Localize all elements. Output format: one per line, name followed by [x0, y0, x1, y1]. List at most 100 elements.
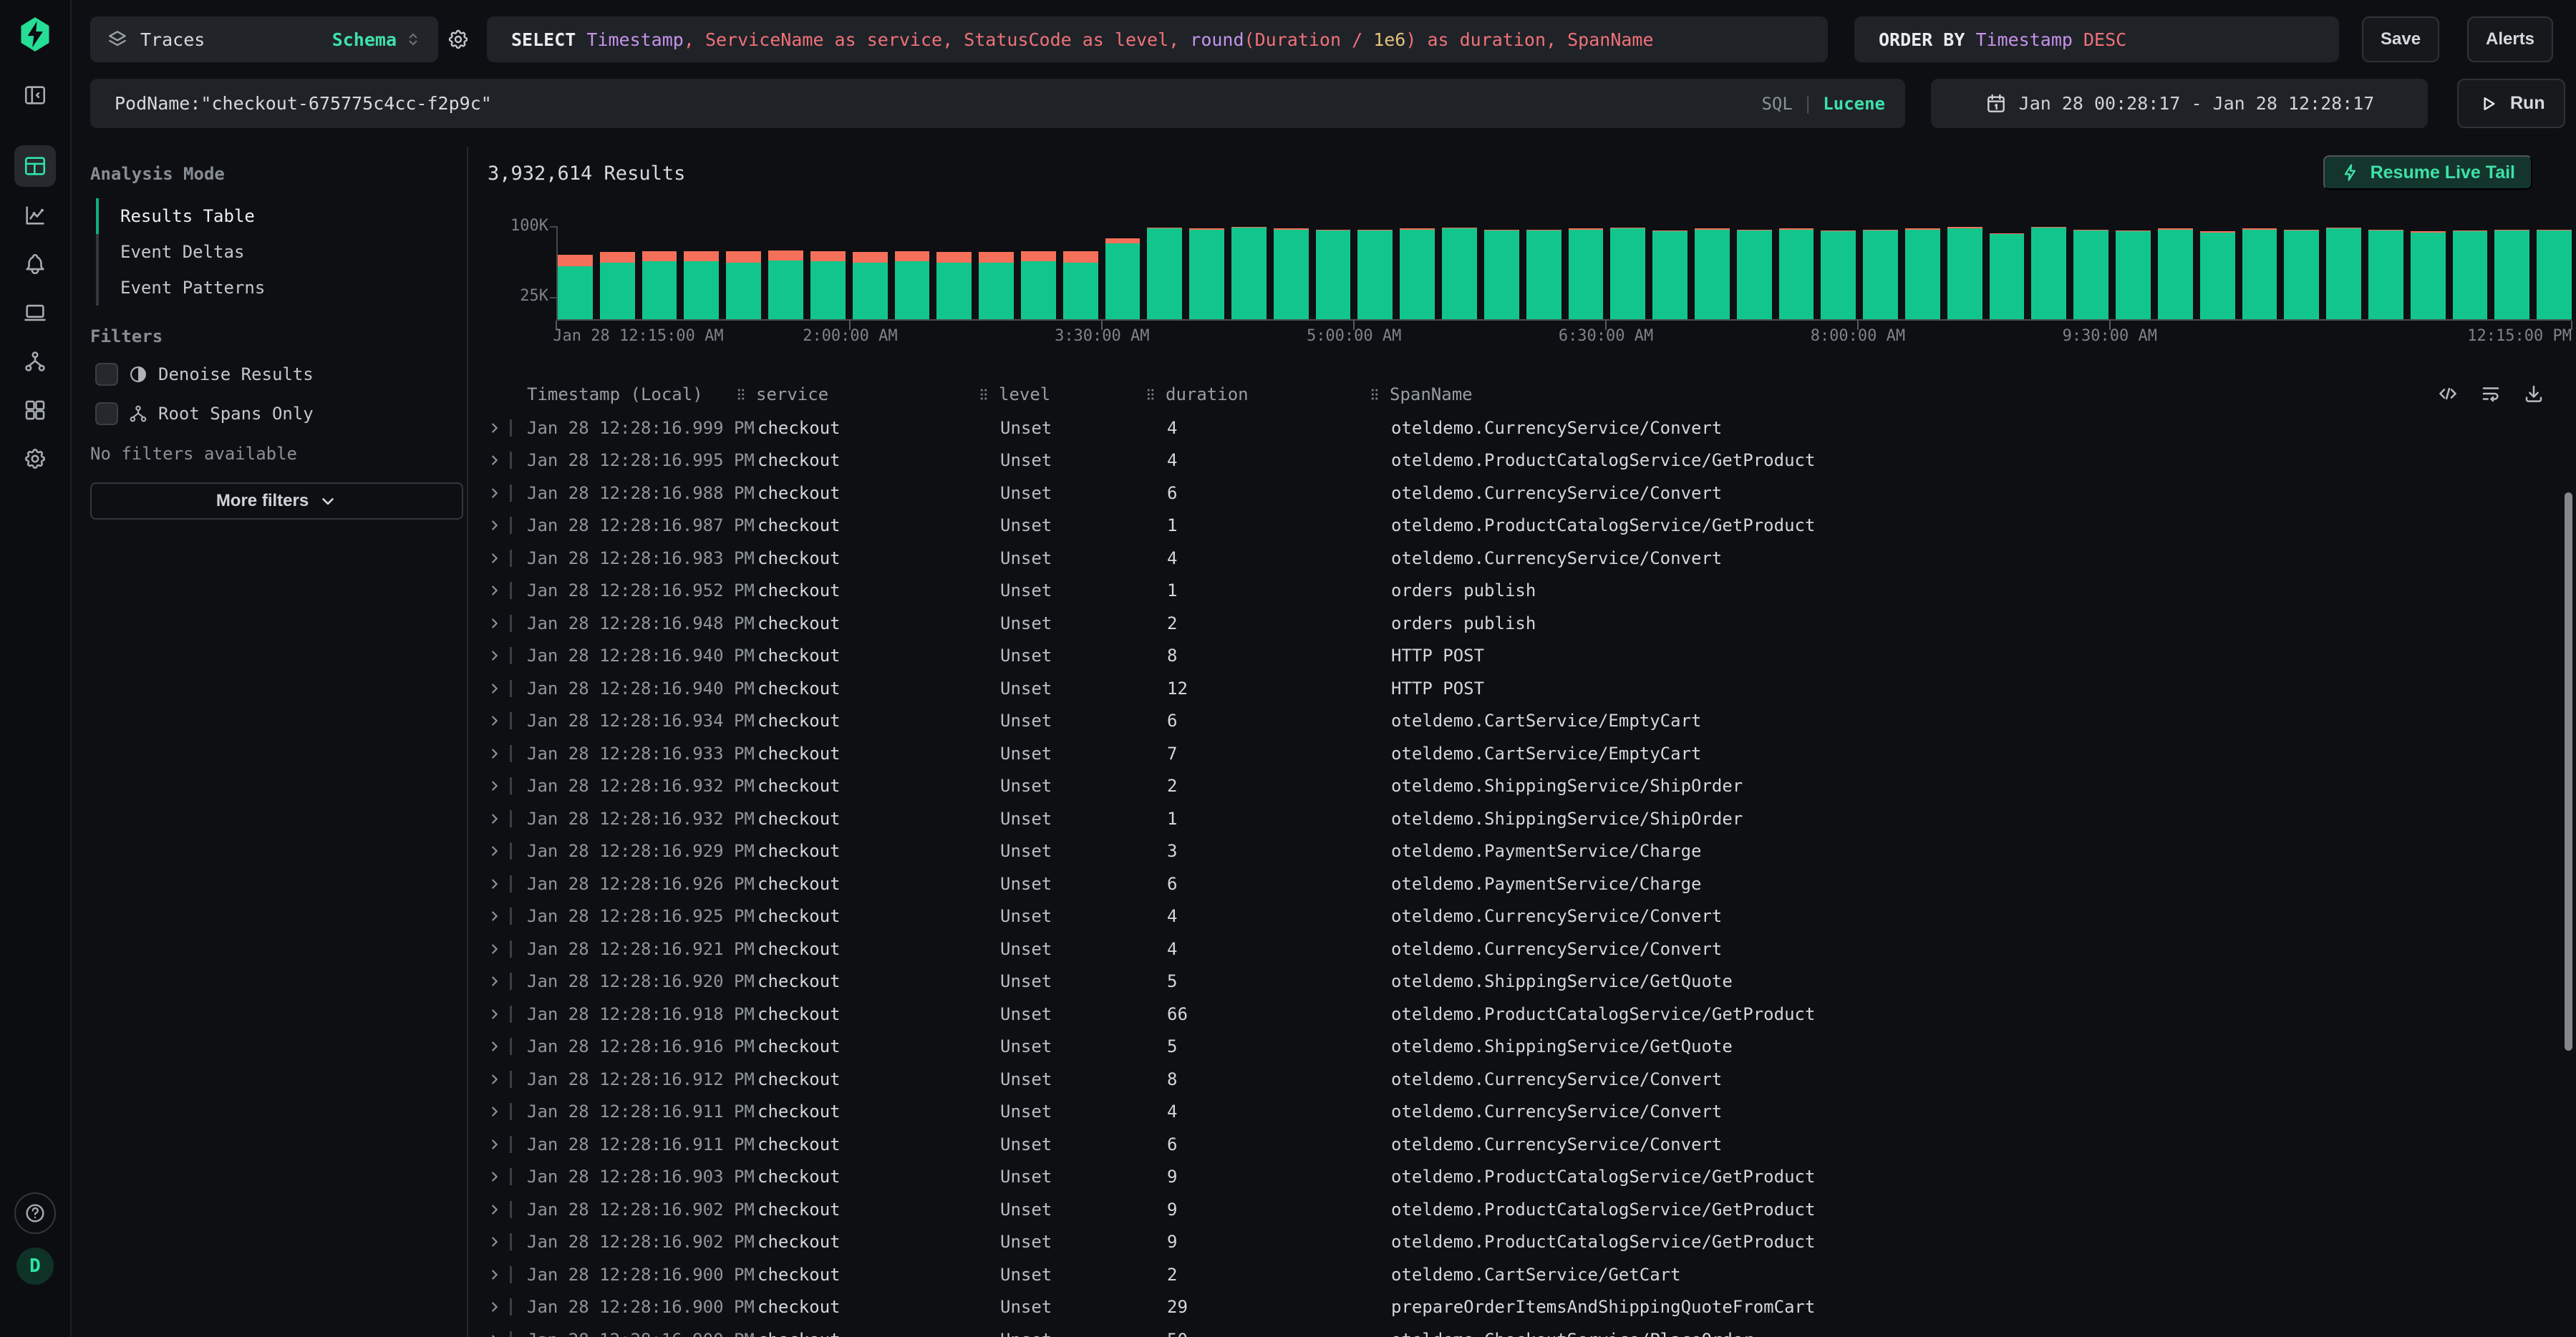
root-spans-only-checkbox[interactable]: Root Spans Only: [95, 402, 314, 425]
grip-icon[interactable]: [1143, 386, 1158, 402]
chevron-right-icon[interactable]: [487, 1299, 503, 1315]
table-row[interactable]: Jan 28 12:28:16.925 PM checkout Unset 4 …: [468, 900, 2547, 933]
chevron-right-icon[interactable]: [487, 1104, 503, 1119]
search-input[interactable]: PodName:"checkout-675775c4cc-f2p9c" SQL …: [90, 79, 1905, 128]
table-row[interactable]: Jan 28 12:28:16.999 PM checkout Unset 4 …: [468, 412, 2547, 444]
denoise-results-checkbox[interactable]: Denoise Results: [95, 363, 314, 386]
chevron-right-icon[interactable]: [487, 973, 503, 989]
table-row[interactable]: Jan 28 12:28:16.948 PM checkout Unset 2 …: [468, 607, 2547, 640]
grip-icon[interactable]: [976, 386, 992, 402]
column-header-spanname[interactable]: SpanName: [1367, 384, 1473, 404]
chevron-right-icon[interactable]: [487, 778, 503, 794]
code-icon[interactable]: [2437, 383, 2459, 404]
chevron-right-icon[interactable]: [487, 485, 503, 501]
table-row[interactable]: Jan 28 12:28:16.921 PM checkout Unset 4 …: [468, 933, 2547, 966]
chevron-right-icon[interactable]: [487, 616, 503, 631]
table-row[interactable]: Jan 28 12:28:16.912 PM checkout Unset 8 …: [468, 1063, 2547, 1096]
sql-select-input[interactable]: SELECT Timestamp, ServiceName as service…: [487, 16, 1828, 62]
chevron-right-icon[interactable]: [487, 1039, 503, 1054]
resume-live-tail-button[interactable]: Resume Live Tail: [2323, 155, 2532, 190]
table-row[interactable]: Jan 28 12:28:16.987 PM checkout Unset 1 …: [468, 510, 2547, 543]
chevron-right-icon[interactable]: [487, 1137, 503, 1152]
mode-event-patterns[interactable]: Event Patterns: [96, 270, 265, 306]
chevron-right-icon[interactable]: [487, 941, 503, 957]
help-icon[interactable]: [14, 1192, 56, 1234]
table-row[interactable]: Jan 28 12:28:16.952 PM checkout Unset 1 …: [468, 575, 2547, 608]
settings-gear-icon[interactable]: [23, 447, 47, 471]
alerts-button[interactable]: Alerts: [2467, 16, 2553, 62]
chevron-right-icon[interactable]: [487, 1234, 503, 1250]
alerts-bell-icon[interactable]: [23, 252, 47, 276]
chevron-right-icon[interactable]: [487, 876, 503, 892]
more-filters-button[interactable]: More filters: [90, 482, 463, 520]
checkbox-unchecked[interactable]: [95, 402, 118, 425]
chevron-right-icon[interactable]: [487, 1071, 503, 1087]
table-row[interactable]: Jan 28 12:28:16.918 PM checkout Unset 66…: [468, 998, 2547, 1031]
chart-explorer-icon[interactable]: [23, 203, 47, 228]
chevron-right-icon[interactable]: [487, 583, 503, 598]
table-row[interactable]: Jan 28 12:28:16.916 PM checkout Unset 5 …: [468, 1031, 2547, 1064]
table-row[interactable]: Jan 28 12:28:16.920 PM checkout Unset 5 …: [468, 966, 2547, 998]
mode-sql[interactable]: SQL: [1761, 94, 1792, 114]
grip-icon[interactable]: [1367, 386, 1383, 402]
client-sessions-icon[interactable]: [23, 301, 47, 325]
vertical-scrollbar[interactable]: [2565, 492, 2572, 1051]
date-range-picker[interactable]: Jan 28 00:28:17 - Jan 28 12:28:17: [1931, 79, 2428, 128]
chevron-right-icon[interactable]: [487, 713, 503, 729]
chevron-right-icon[interactable]: [487, 1202, 503, 1217]
table-row[interactable]: Jan 28 12:28:16.995 PM checkout Unset 4 …: [468, 444, 2547, 477]
chevron-right-icon[interactable]: [487, 452, 503, 468]
mode-event-deltas[interactable]: Event Deltas: [96, 234, 265, 270]
chevron-right-icon[interactable]: [487, 681, 503, 696]
search-table-icon[interactable]: [14, 145, 56, 187]
column-header-level[interactable]: level: [976, 384, 1050, 404]
table-row[interactable]: Jan 28 12:28:16.926 PM checkout Unset 6 …: [468, 867, 2547, 900]
user-avatar[interactable]: D: [16, 1248, 54, 1285]
column-header-service[interactable]: service: [733, 384, 828, 404]
table-row[interactable]: Jan 28 12:28:16.900 PM checkout Unset 50…: [468, 1323, 2547, 1337]
dashboards-icon[interactable]: [23, 398, 47, 422]
chevron-right-icon[interactable]: [487, 843, 503, 859]
table-row[interactable]: Jan 28 12:28:16.988 PM checkout Unset 6 …: [468, 477, 2547, 510]
table-row[interactable]: Jan 28 12:28:16.940 PM checkout Unset 8 …: [468, 640, 2547, 673]
collapse-panel-icon[interactable]: [23, 83, 47, 107]
save-button[interactable]: Save: [2362, 16, 2439, 62]
table-row[interactable]: Jan 28 12:28:16.940 PM checkout Unset 12…: [468, 672, 2547, 705]
run-button[interactable]: Run: [2457, 79, 2565, 128]
table-row[interactable]: Jan 28 12:28:16.932 PM checkout Unset 1 …: [468, 802, 2547, 835]
source-settings-gear-icon[interactable]: [447, 28, 470, 54]
table-row[interactable]: Jan 28 12:28:16.983 PM checkout Unset 4 …: [468, 542, 2547, 575]
table-row[interactable]: Jan 28 12:28:16.934 PM checkout Unset 6 …: [468, 705, 2547, 738]
table-row[interactable]: Jan 28 12:28:16.900 PM checkout Unset 29…: [468, 1291, 2547, 1324]
column-header-timestamp[interactable]: Timestamp (Local): [527, 384, 703, 404]
chevron-right-icon[interactable]: [487, 811, 503, 827]
chevron-right-icon[interactable]: [487, 517, 503, 533]
table-row[interactable]: Jan 28 12:28:16.933 PM checkout Unset 7 …: [468, 737, 2547, 770]
grip-icon[interactable]: [733, 386, 749, 402]
service-map-icon[interactable]: [23, 349, 47, 374]
chevron-right-icon[interactable]: [487, 1006, 503, 1022]
mode-lucene[interactable]: Lucene: [1823, 94, 1885, 114]
table-row[interactable]: Jan 28 12:28:16.911 PM checkout Unset 6 …: [468, 1128, 2547, 1161]
chevron-right-icon[interactable]: [487, 746, 503, 762]
order-by-input[interactable]: ORDER BY Timestamp DESC: [1854, 16, 2339, 62]
mode-results-table[interactable]: Results Table: [96, 198, 265, 234]
download-icon[interactable]: [2523, 383, 2544, 404]
results-histogram[interactable]: [556, 215, 2572, 321]
text-wrap-icon[interactable]: [2480, 383, 2502, 404]
table-row[interactable]: Jan 28 12:28:16.903 PM checkout Unset 9 …: [468, 1161, 2547, 1194]
column-header-duration[interactable]: duration: [1143, 384, 1249, 404]
chevron-right-icon[interactable]: [487, 908, 503, 924]
table-row[interactable]: Jan 28 12:28:16.911 PM checkout Unset 4 …: [468, 1096, 2547, 1129]
chevron-right-icon[interactable]: [487, 550, 503, 566]
table-row[interactable]: Jan 28 12:28:16.902 PM checkout Unset 9 …: [468, 1193, 2547, 1226]
checkbox-unchecked[interactable]: [95, 363, 118, 386]
chevron-right-icon[interactable]: [487, 648, 503, 663]
chevron-right-icon[interactable]: [487, 420, 503, 436]
chevron-right-icon[interactable]: [487, 1332, 503, 1337]
table-row[interactable]: Jan 28 12:28:16.902 PM checkout Unset 9 …: [468, 1226, 2547, 1259]
source-selector[interactable]: Traces Schema: [90, 16, 438, 62]
table-row[interactable]: Jan 28 12:28:16.929 PM checkout Unset 3 …: [468, 835, 2547, 868]
table-row[interactable]: Jan 28 12:28:16.900 PM checkout Unset 2 …: [468, 1258, 2547, 1291]
table-row[interactable]: Jan 28 12:28:16.932 PM checkout Unset 2 …: [468, 770, 2547, 803]
